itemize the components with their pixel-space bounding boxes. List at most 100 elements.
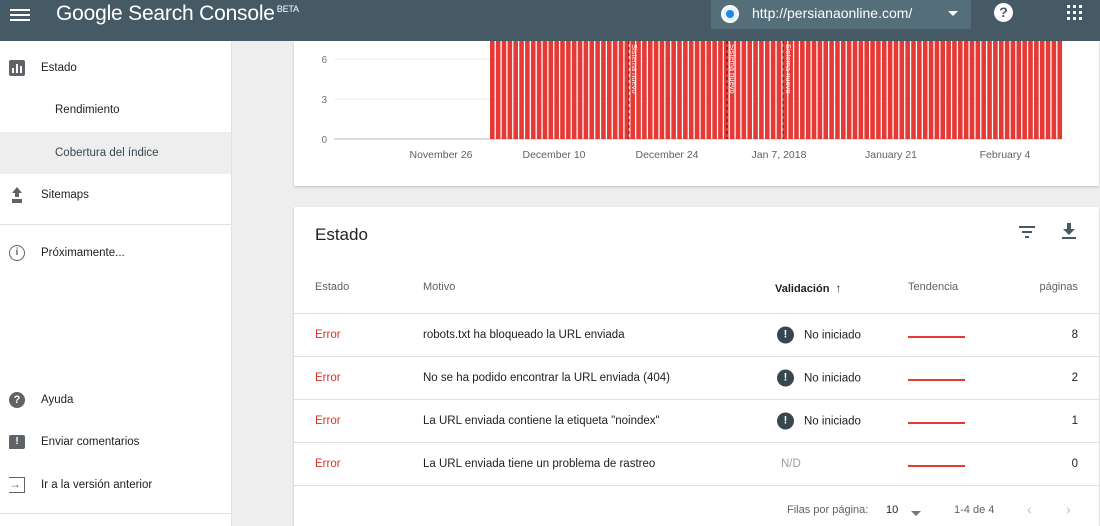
annotation-label: Sistema nuevo (630, 44, 639, 94)
chart-bar (525, 41, 530, 139)
row-validation: ! No iniciado (777, 326, 861, 344)
chart-bar (922, 41, 928, 139)
header-validation[interactable]: Validación ↑ (775, 281, 841, 295)
chart-bar (683, 41, 688, 139)
header-reason[interactable]: Motivo (423, 281, 455, 293)
row-pages: 1 (1071, 415, 1078, 427)
chart-bar (688, 41, 694, 139)
row-pages: 8 (1071, 329, 1078, 341)
sidebar-item-label: Ir a la versión anterior (41, 479, 153, 491)
chart-bar (987, 41, 992, 139)
chart-bar (706, 41, 712, 139)
annotation-label: Sistema nuevo (784, 44, 793, 94)
chart-bar (712, 41, 717, 139)
chart-bar (858, 41, 864, 139)
row-status: Error (315, 458, 341, 470)
chart-bar (1010, 41, 1016, 139)
row-reason: robots.txt ha bloqueado la URL enviada (423, 329, 625, 341)
sidebar-item-sitemaps[interactable]: Sitemaps (0, 174, 231, 216)
filter-icon[interactable] (1019, 225, 1035, 239)
chart-bar (969, 41, 975, 139)
sidebar-item-cobertura[interactable]: Cobertura del índice (0, 132, 231, 174)
sidebar: Estado Rendimiento Cobertura del índice … (0, 41, 232, 526)
chart-bar (1034, 41, 1039, 139)
x-tick-label: Jan 7, 2018 (752, 149, 807, 161)
chart-bar (548, 41, 554, 139)
chart-bar (571, 41, 577, 139)
row-reason: La URL enviada contiene la etiqueta "noi… (423, 415, 660, 427)
help-icon[interactable]: ? (994, 3, 1013, 22)
chart-bar (841, 41, 846, 139)
sidebar-item-label: Enviar comentarios (41, 436, 140, 448)
chart-bar (724, 41, 729, 139)
table-row[interactable]: Error No se ha podido encontrar la URL e… (294, 356, 1099, 399)
chevron-down-icon[interactable] (911, 511, 921, 516)
chart-bar (577, 41, 583, 139)
chart-bar (852, 41, 858, 139)
header-status[interactable]: Estado (315, 281, 349, 293)
status-table-card: Estado Estado Motivo Validación ↑ Tendenc… (294, 207, 1099, 526)
table-divider (294, 485, 1099, 486)
upload-icon (9, 187, 25, 203)
chart-bar (530, 41, 536, 139)
annotation-label: Sistema nuevo (728, 44, 737, 94)
menu-icon[interactable] (10, 6, 30, 26)
chart-bar (618, 41, 624, 139)
header-trend[interactable]: Tendencia (908, 281, 958, 293)
chart-bar (612, 41, 618, 139)
chart-bar (560, 41, 565, 139)
validation-text: No iniciado (804, 329, 861, 341)
y-tick-label: 0 (321, 135, 327, 146)
chart-bar (905, 41, 910, 139)
table-row[interactable]: Error robots.txt ha bloqueado la URL env… (294, 313, 1099, 356)
app-title[interactable]: Google Search Console BETA (56, 2, 299, 26)
chart-bar (975, 41, 981, 139)
y-tick-label: 3 (321, 95, 327, 106)
chart-bar (1039, 41, 1045, 139)
rows-per-page-select[interactable]: 10 (886, 504, 898, 516)
sidebar-item-label: Ayuda (41, 394, 74, 406)
card-title: Estado (315, 225, 368, 244)
chart-bar (928, 41, 934, 139)
chart-bar (566, 41, 571, 139)
chart-bar (800, 41, 805, 139)
sidebar-item-version-anterior[interactable]: → Ir a la versión anterior (0, 464, 231, 506)
prev-page-button[interactable]: ‹ (1027, 501, 1032, 517)
chart-bar (659, 41, 665, 139)
sidebar-item-rendimiento[interactable]: Rendimiento (0, 89, 231, 131)
chart-bar (864, 41, 869, 139)
sidebar-item-label: Próximamente... (41, 247, 125, 259)
chart-bar (770, 41, 776, 139)
chart-bar (607, 41, 612, 139)
app-title-text: Google Search Console (56, 2, 275, 25)
sidebar-item-estado[interactable]: Estado (0, 47, 231, 89)
chart-bar (946, 41, 951, 139)
info-icon: i (9, 245, 25, 261)
bar-chart-icon (9, 60, 25, 76)
chart-bar (1004, 41, 1010, 139)
sidebar-item-ayuda[interactable]: ? Ayuda (0, 379, 231, 421)
chart-bar (700, 41, 706, 139)
chart-bar (495, 41, 501, 139)
trend-sparkline (908, 422, 965, 424)
sidebar-item-proximamente[interactable]: i Próximamente... (0, 232, 231, 274)
chart-bar (887, 41, 893, 139)
table-row[interactable]: Error La URL enviada contiene la etiquet… (294, 399, 1099, 442)
table-row[interactable]: Error La URL enviada tiene un problema d… (294, 442, 1099, 485)
row-pages: 0 (1071, 458, 1078, 470)
chevron-down-icon (948, 11, 958, 16)
chart-bar (870, 41, 875, 139)
chart-bar (958, 41, 963, 139)
next-page-button[interactable]: › (1066, 501, 1071, 517)
header-pages[interactable]: páginas (1039, 281, 1078, 293)
chart-bar (642, 41, 647, 139)
chart-bar (764, 41, 770, 139)
property-selector[interactable]: http://persianaonline.com/ (711, 0, 971, 29)
x-tick-label: December 10 (522, 149, 585, 161)
row-validation: ! No iniciado (777, 412, 861, 430)
apps-grid-icon[interactable] (1067, 5, 1082, 20)
alert-icon: ! (777, 369, 794, 387)
sidebar-item-enviar-comentarios[interactable]: ! Enviar comentarios (0, 421, 231, 463)
coverage-chart[interactable]: 0 3 6 November 26 December 10 December 24 Jan … (294, 41, 1099, 186)
download-icon[interactable] (1061, 223, 1077, 240)
